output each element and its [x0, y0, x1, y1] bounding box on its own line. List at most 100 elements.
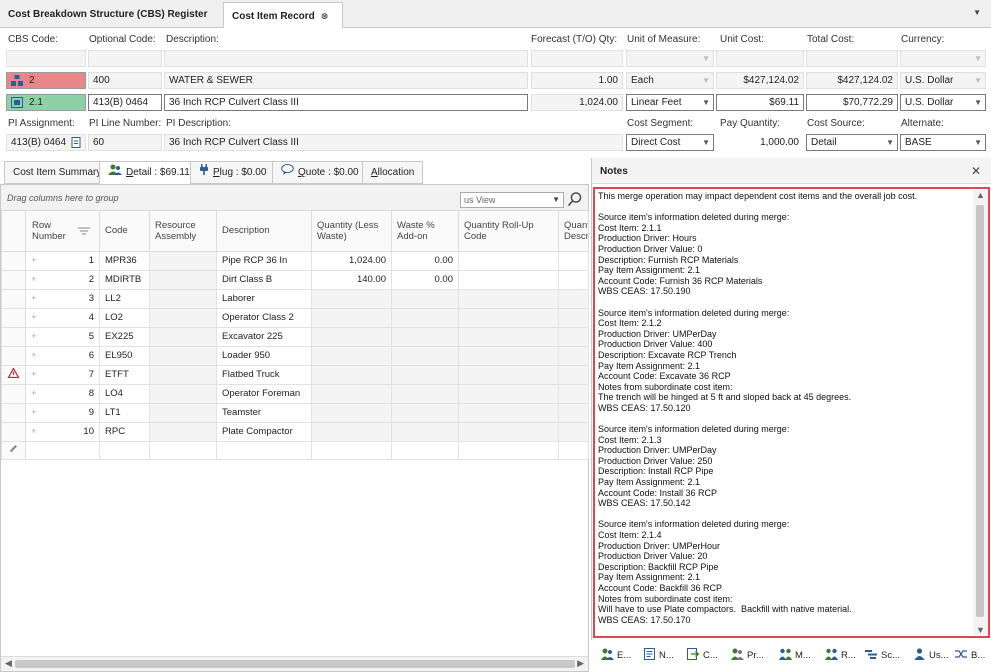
expand-icon[interactable]: +	[31, 350, 37, 361]
quantity-description-cell[interactable]	[558, 421, 589, 442]
quantity-cell[interactable]	[311, 383, 392, 404]
quantity-description-cell[interactable]	[558, 307, 589, 328]
optional-code-input[interactable]: 413(B) 0464	[88, 94, 162, 111]
expand-icon[interactable]: +	[31, 426, 37, 437]
quantity-cell[interactable]	[311, 307, 392, 328]
expand-icon[interactable]: +	[31, 274, 37, 285]
search-icon[interactable]	[567, 191, 583, 207]
cost-source-select[interactable]: Detail ▼	[806, 134, 898, 151]
table-row[interactable]: +1 MPR36 Pipe RCP 36 In 1,024.00 0.00	[1, 250, 589, 271]
description-cell[interactable]	[216, 440, 312, 460]
row-number-cell[interactable]: +2	[25, 269, 100, 290]
scroll-down-icon[interactable]: ▼	[976, 625, 985, 635]
roll-up-code-cell[interactable]	[458, 269, 559, 290]
quantity-description-cell[interactable]	[558, 269, 589, 290]
total-cost-filter[interactable]	[806, 50, 898, 67]
tab-cbs-register[interactable]: Cost Breakdown Structure (CBS) Register	[0, 2, 218, 28]
currency-filter[interactable]: ▼	[900, 50, 986, 67]
waste-cell[interactable]	[391, 402, 459, 423]
table-row[interactable]: +4 LO2 Operator Class 2	[1, 307, 589, 328]
total-cost-input[interactable]: $70,772.29	[806, 94, 898, 111]
description-cell[interactable]: Laborer	[216, 288, 312, 309]
resource-assembly-cell[interactable]	[149, 421, 217, 442]
resource-assembly-cell[interactable]	[149, 307, 217, 328]
horizontal-scrollbar[interactable]: ◀ ▶	[1, 656, 588, 671]
quantity-cell[interactable]	[311, 421, 392, 442]
row-number-cell[interactable]: +5	[25, 326, 100, 347]
waste-cell[interactable]	[391, 307, 459, 328]
panel-tab-notes[interactable]: N...	[643, 648, 674, 664]
row-number-cell[interactable]: +10	[25, 421, 100, 442]
tab-plug[interactable]: Plug : $0.00	[190, 161, 276, 184]
row-indicator[interactable]	[1, 383, 26, 404]
currency-select[interactable]: U.S. Dollar ▼	[900, 94, 986, 111]
row-number-cell[interactable]: +6	[25, 345, 100, 366]
notes-textbox[interactable]: This merge operation may impact dependen…	[593, 187, 990, 638]
quantity-description-cell[interactable]	[558, 402, 589, 423]
waste-cell[interactable]	[391, 364, 459, 385]
table-row[interactable]: +2 MDIRTB Dirt Class B 140.00 0.00	[1, 269, 589, 290]
quantity-cell[interactable]: 1,024.00	[311, 250, 392, 271]
code-cell[interactable]: LO2	[99, 307, 150, 328]
uom-filter[interactable]: ▼	[626, 50, 714, 67]
table-row[interactable]: +9 LT1 Teamster	[1, 402, 589, 423]
code-cell[interactable]: LT1	[99, 402, 150, 423]
quantity-description-cell[interactable]	[558, 440, 589, 460]
cbs-code-filter[interactable]	[6, 50, 86, 67]
close-tab-icon[interactable]: ⊗	[321, 3, 329, 29]
roll-up-code-cell[interactable]	[458, 288, 559, 309]
row-number-cell[interactable]: +4	[25, 307, 100, 328]
column-header-description[interactable]: Description	[216, 211, 312, 252]
quantity-cell[interactable]	[311, 364, 392, 385]
tab-allocation[interactable]: Allocation	[362, 161, 424, 184]
quantity-cell[interactable]: 140.00	[311, 269, 392, 290]
close-icon[interactable]: ✕	[971, 164, 981, 178]
row-number-cell[interactable]: +7	[25, 364, 100, 385]
notes-text[interactable]: This merge operation may impact dependen…	[598, 191, 970, 634]
resource-assembly-cell[interactable]	[149, 364, 217, 385]
scroll-right-icon[interactable]: ▶	[577, 658, 584, 669]
roll-up-code-cell[interactable]	[458, 250, 559, 271]
column-header-resource-assembly[interactable]: Resource Assembly	[149, 211, 217, 252]
waste-cell[interactable]	[391, 421, 459, 442]
row-number-cell[interactable]: +3	[25, 288, 100, 309]
description-cell[interactable]: Plate Compactor	[216, 421, 312, 442]
waste-cell[interactable]: 0.00	[391, 269, 459, 290]
row-indicator[interactable]	[1, 345, 26, 366]
waste-cell[interactable]	[391, 383, 459, 404]
code-cell[interactable]: RPC	[99, 421, 150, 442]
quantity-cell[interactable]	[311, 345, 392, 366]
quantity-cell[interactable]	[311, 288, 392, 309]
quantity-description-cell[interactable]	[558, 364, 589, 385]
forecast-qty-filter[interactable]	[531, 50, 623, 67]
description-cell[interactable]: Excavator 225	[216, 326, 312, 347]
expand-icon[interactable]: +	[31, 388, 37, 399]
row-indicator[interactable]	[1, 421, 26, 442]
new-row[interactable]	[1, 440, 589, 460]
expand-icon[interactable]: +	[31, 293, 37, 304]
tab-list-dropdown-icon[interactable]: ▼	[973, 8, 981, 17]
expand-icon[interactable]: +	[31, 312, 37, 323]
column-header-row-number[interactable]: Row Number	[25, 211, 100, 252]
scrollbar-thumb[interactable]	[15, 660, 575, 668]
row-indicator[interactable]	[1, 269, 26, 290]
quantity-cell[interactable]	[311, 440, 392, 460]
unit-cost-input[interactable]: $69.11	[716, 94, 804, 111]
description-cell[interactable]: Loader 950	[216, 345, 312, 366]
table-row[interactable]: +5 EX225 Excavator 225	[1, 326, 589, 347]
waste-cell[interactable]	[391, 288, 459, 309]
resource-assembly-cell[interactable]	[149, 326, 217, 347]
row-indicator[interactable]	[1, 440, 26, 460]
column-header-quantity[interactable]: Quantity (Less Waste)	[311, 211, 392, 252]
roll-up-code-cell[interactable]	[458, 402, 559, 423]
parent-cbs-code[interactable]: 2	[6, 72, 86, 89]
description-cell[interactable]: Dirt Class B	[216, 269, 312, 290]
row-indicator[interactable]	[1, 250, 26, 271]
panel-tab-us[interactable]: Us...	[913, 648, 949, 664]
resource-assembly-cell[interactable]	[149, 250, 217, 271]
panel-tab-sc[interactable]: Sc...	[865, 648, 900, 664]
quantity-description-cell[interactable]	[558, 326, 589, 347]
table-row[interactable]: +7 ETFT Flatbed Truck	[1, 364, 589, 385]
resource-assembly-cell[interactable]	[149, 402, 217, 423]
panel-tab-b[interactable]: B...	[955, 648, 985, 664]
